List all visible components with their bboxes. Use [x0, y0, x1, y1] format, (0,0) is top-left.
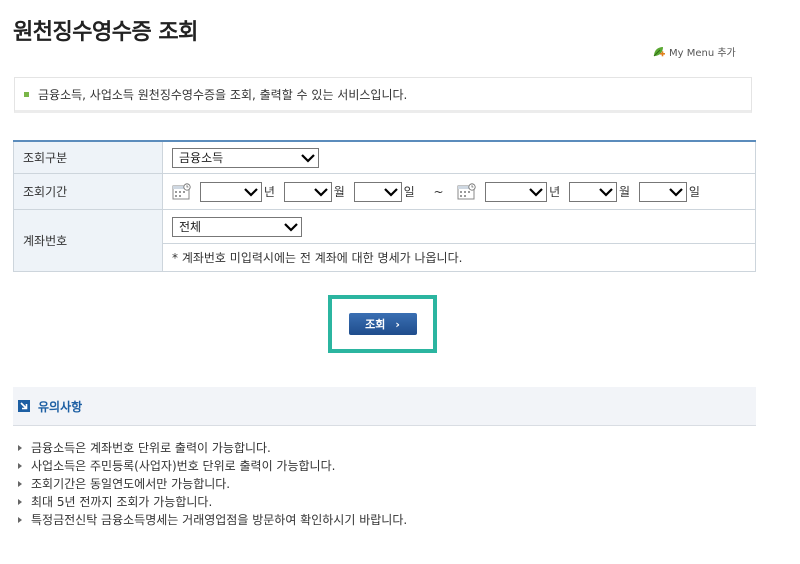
year-unit: 년	[549, 185, 561, 199]
calendar-icon[interactable]	[172, 183, 192, 200]
end-year-select[interactable]	[485, 181, 548, 202]
list-item: 최대 5년 전까지 조회가 가능합니다.	[18, 493, 407, 511]
service-notice: 금융소득, 사업소득 원천징수영수증을 조회, 출력할 수 있는 서비스입니다.	[14, 77, 752, 113]
period-label: 조회기간	[13, 173, 163, 210]
caution-header: 유의사항	[13, 387, 756, 426]
page-title: 원천징수영수증 조회	[13, 20, 198, 45]
caution-title: 유의사항	[38, 399, 83, 414]
list-item: 사업소득은 주민등록(사업자)번호 단위로 출력이 가능합니다.	[18, 457, 407, 475]
triangle-bullet-icon	[18, 481, 22, 487]
start-month-select[interactable]	[283, 181, 332, 202]
inquiry-type-value: 금융소득	[179, 151, 224, 165]
chevron-down-icon	[244, 187, 258, 197]
square-bullet-icon	[24, 91, 29, 97]
caution-item-text: 조회기간은 동일연도에서만 가능합니다.	[31, 477, 231, 491]
end-day-select[interactable]	[638, 181, 687, 202]
caution-item-text: 특정금전신탁 금융소득명세는 거래영업점을 방문하여 확인하시기 바랍니다.	[31, 513, 408, 527]
end-month-select[interactable]	[569, 181, 618, 202]
search-button-label: 조회	[365, 318, 386, 331]
my-menu-add-link[interactable]: My Menu 추가	[652, 44, 736, 59]
day-unit: 일	[688, 185, 700, 199]
caution-item-text: 금융소득은 계좌번호 단위로 출력이 가능합니다.	[31, 441, 271, 455]
chevron-down-icon	[313, 187, 328, 197]
inquiry-type-select[interactable]: 금융소득	[172, 147, 319, 168]
account-select[interactable]: 전체	[172, 216, 302, 237]
caution-item-text: 최대 5년 전까지 조회가 가능합니다.	[31, 495, 213, 509]
day-unit: 일	[403, 185, 415, 199]
caution-item-text: 사업소득은 주민등록(사업자)번호 단위로 출력이 가능합니다.	[31, 459, 336, 473]
chevron-down-icon	[383, 187, 398, 197]
calendar-icon[interactable]	[457, 183, 477, 200]
start-year-select[interactable]	[199, 181, 262, 202]
account-value: 전체	[179, 220, 202, 234]
my-menu-label: My Menu 추가	[669, 48, 736, 59]
list-item: 조회기간은 동일연도에서만 가능합니다.	[18, 475, 407, 493]
month-unit: 월	[333, 185, 345, 199]
triangle-bullet-icon	[18, 445, 22, 451]
start-day-select[interactable]	[353, 181, 402, 202]
triangle-bullet-icon	[18, 499, 22, 505]
list-item: 특정금전신탁 금융소득명세는 거래영업점을 방문하여 확인하시기 바랍니다.	[18, 511, 407, 529]
account-label: 계좌번호	[13, 209, 163, 272]
triangle-bullet-icon	[18, 517, 22, 523]
arrow-box-icon	[18, 400, 30, 412]
account-note: * 계좌번호 미입력시에는 전 계좌에 대한 명세가 나옵니다.	[162, 243, 756, 272]
chevron-down-icon	[599, 187, 613, 197]
inquiry-type-label: 조회구분	[13, 140, 163, 174]
list-item: 금융소득은 계좌번호 단위로 출력이 가능합니다.	[18, 439, 407, 457]
chevron-down-icon	[301, 153, 315, 163]
chevron-down-icon	[529, 187, 543, 197]
leaf-plus-icon	[653, 47, 665, 57]
triangle-bullet-icon	[18, 463, 22, 469]
chevron-down-icon	[669, 187, 683, 197]
search-button[interactable]: 조회 ›	[348, 313, 417, 335]
chevron-down-icon	[284, 222, 298, 232]
chevron-right-icon: ›	[395, 317, 400, 331]
month-unit: 월	[619, 185, 631, 199]
caution-list: 금융소득은 계좌번호 단위로 출력이 가능합니다. 사업소득은 주민등록(사업자…	[18, 439, 407, 529]
notice-text: 금융소득, 사업소득 원천징수영수증을 조회, 출력할 수 있는 서비스입니다.	[38, 87, 408, 102]
period-separator: ~	[433, 184, 444, 199]
inquiry-form: 조회구분 금융소득 조회기간 년 월 일 ~ 년 월 일 계좌번호 전체 * 계…	[13, 140, 756, 272]
year-unit: 년	[263, 185, 275, 199]
search-button-highlight: 조회 ›	[328, 295, 437, 353]
